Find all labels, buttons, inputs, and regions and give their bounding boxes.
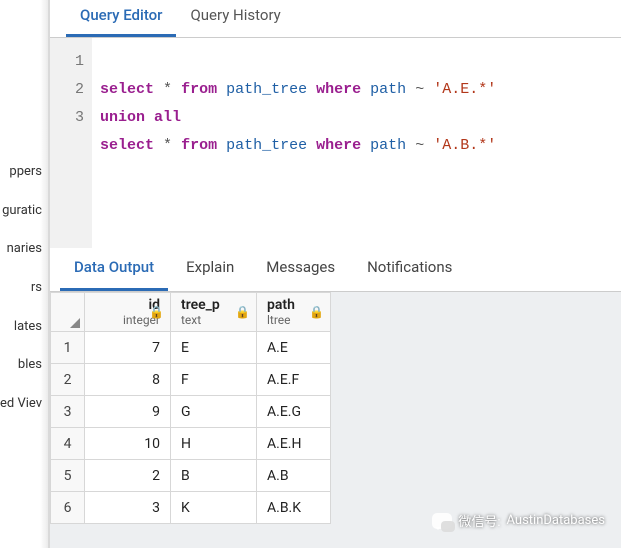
sidebar-item[interactable]: ppers xyxy=(0,160,48,185)
rownum-header[interactable] xyxy=(51,293,85,332)
result-tabs: Data Output Explain Messages Notificatio… xyxy=(50,248,621,292)
result-table: id integer 🔒 tree_p text 🔒 path ltree xyxy=(50,292,331,524)
watermark: 微信号: AustinDatabases xyxy=(432,511,605,530)
tab-query-editor[interactable]: Query Editor xyxy=(66,0,176,37)
tab-data-output[interactable]: Data Output xyxy=(60,248,168,291)
lock-icon: 🔒 xyxy=(309,305,324,319)
table-row[interactable]: 28FA.E.F xyxy=(51,364,331,396)
table-row[interactable]: 17EA.E xyxy=(51,332,331,364)
table-body: 17EA.E 28FA.E.F 39GA.E.G 410HA.E.H 52BA.… xyxy=(51,332,331,524)
tab-messages[interactable]: Messages xyxy=(252,248,349,291)
col-header-id[interactable]: id integer 🔒 xyxy=(85,293,171,332)
lock-icon: 🔒 xyxy=(149,305,164,319)
sidebar-item[interactable]: bles xyxy=(0,353,48,378)
line-gutter: 1 2 3 xyxy=(50,38,92,248)
select-all-icon[interactable] xyxy=(70,318,80,328)
tab-notifications[interactable]: Notifications xyxy=(353,248,466,291)
sidebar-item[interactable]: lates xyxy=(0,315,48,340)
object-browser-sidebar: ppers guratic naries rs lates bles ed Vi… xyxy=(0,0,50,548)
lock-icon: 🔒 xyxy=(235,305,250,319)
sidebar-item[interactable]: naries xyxy=(0,237,48,262)
col-header-path[interactable]: path ltree 🔒 xyxy=(257,293,331,332)
table-row[interactable]: 52BA.B xyxy=(51,460,331,492)
tab-explain[interactable]: Explain xyxy=(172,248,248,291)
sidebar-item[interactable]: guratic xyxy=(0,199,48,224)
result-grid[interactable]: id integer 🔒 tree_p text 🔒 path ltree xyxy=(50,292,621,548)
editor-tabs: Query Editor Query History xyxy=(50,0,621,38)
table-row[interactable]: 410HA.E.H xyxy=(51,428,331,460)
table-row[interactable]: 63KA.B.K xyxy=(51,492,331,524)
sidebar-item[interactable]: ed Viev xyxy=(0,392,48,417)
col-header-tree[interactable]: tree_p text 🔒 xyxy=(171,293,257,332)
wechat-icon xyxy=(432,513,452,529)
tab-query-history[interactable]: Query History xyxy=(176,0,294,37)
sql-editor[interactable]: 1 2 3 select * from path_tree where path… xyxy=(50,38,621,248)
sidebar-item[interactable]: rs xyxy=(0,276,48,301)
code-area[interactable]: select * from path_tree where path ~ 'A.… xyxy=(92,38,621,248)
table-row[interactable]: 39GA.E.G xyxy=(51,396,331,428)
